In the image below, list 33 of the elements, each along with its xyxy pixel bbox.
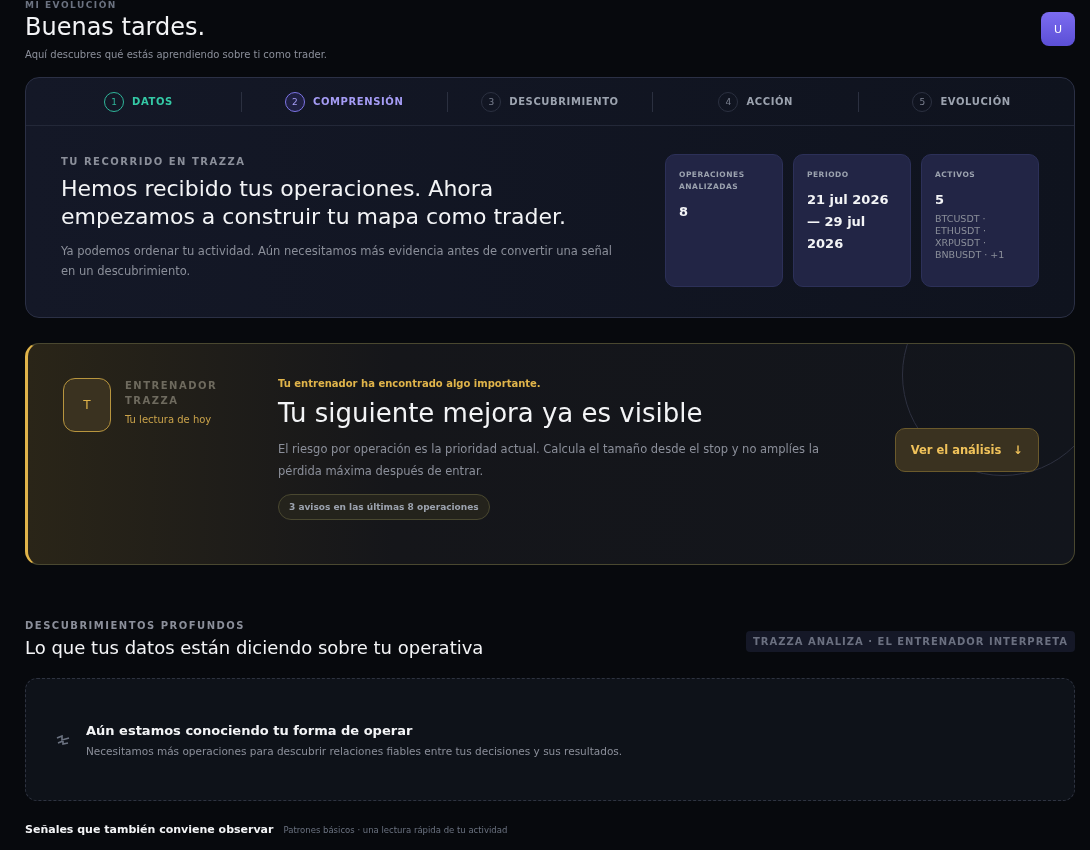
step-label: DESCUBRIMIENTO <box>509 96 619 107</box>
coach-text: El riesgo por operación es la prioridad actual. Calcula el tamaño desde el stop y no amplíes la pérdida máxima después de entrar. <box>278 441 820 480</box>
stat-detail: BTCUSDT · ETHUSDT · XRPUSDT · BNBUSDT · +1 <box>935 213 1006 261</box>
coach-name: ENTRENADOR TRAZZA <box>125 379 219 408</box>
stat-value: 21 jul 2026 — 29 jul 2026 <box>807 191 890 253</box>
warnings-chip: 3 avisos en las últimas 8 operaciones <box>278 494 490 520</box>
section-tag: TRAZZA ANALIZA · EL ENTRENADOR INTERPRETA <box>745 631 1075 652</box>
page-title: Buenas tardes. <box>25 13 207 41</box>
signals-title: Señales que también conviene observar <box>25 823 274 836</box>
empty-state-title: Aún estamos conociendo tu forma de operar <box>86 722 414 738</box>
journey-title: Hemos recibido tus operaciones. Ahora empezamos a construir tu mapa como trader. <box>61 175 568 231</box>
coach-alert-text: Tu entrenador ha encontrado algo importante. <box>278 378 542 389</box>
step-label: EVOLUCIÓN <box>940 96 1011 107</box>
section-eyebrow: DESCUBRIMIENTOS PROFUNDOS <box>25 620 247 631</box>
stat-value: 8 <box>679 203 690 221</box>
lightning-icon <box>56 734 70 745</box>
empty-state-text: Necesitamos más operaciones para descubrir relaciones fiables entre tus decisiones y sus resultados. <box>86 744 623 757</box>
user-avatar[interactable]: U <box>1041 12 1075 46</box>
signals-subtitle: Patrones básicos · una lectura rápida de tu actividad <box>283 825 508 835</box>
journey-text: Ya podemos ordenar tu actividad. Aún necesitamos más evidencia antes de convertir una señal en un descubrimiento. <box>61 243 614 280</box>
coach-avatar: T <box>63 378 111 432</box>
coach-caption: Tu lectura de hoy <box>125 414 213 425</box>
step-number: 2 <box>285 91 305 112</box>
stat-value: 5 <box>935 191 946 209</box>
page-subtitle: Aquí descubres qué estás aprendiendo sobre ti como trader. <box>25 49 328 60</box>
page-eyebrow: MI EVOLUCIÓN <box>25 0 118 10</box>
coach-title: Tu siguiente mejora ya es visible <box>278 398 704 428</box>
step-label: DATOS <box>132 96 173 107</box>
step-label: ACCIÓN <box>746 96 794 107</box>
step-label: COMPRENSIÓN <box>313 96 404 107</box>
section-title: Lo que tus datos están diciendo sobre tu operativa <box>25 637 484 658</box>
journey-eyebrow: TU RECORRIDO EN TRAZZA <box>61 156 247 167</box>
view-analysis-button[interactable]: Ver el análisis ↓ <box>894 428 1039 472</box>
